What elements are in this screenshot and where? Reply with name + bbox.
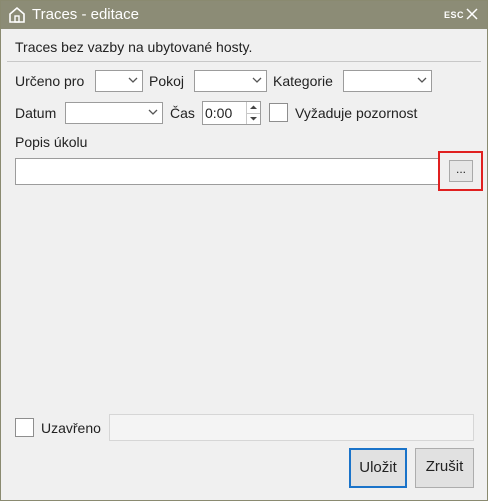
kategorie-select[interactable] xyxy=(343,70,432,92)
browse-highlight: ... xyxy=(438,151,483,191)
cas-time-input[interactable]: 0:00 xyxy=(202,101,261,125)
uzavreno-checkbox[interactable] xyxy=(15,418,34,437)
popis-input[interactable] xyxy=(15,158,439,185)
window-title: Traces - editace xyxy=(32,6,139,23)
chevron-down-icon xyxy=(148,109,158,115)
chevron-down-icon xyxy=(252,77,262,83)
save-button[interactable]: Uložit xyxy=(349,448,407,488)
cancel-button[interactable]: Zrušit xyxy=(415,448,474,488)
spin-down-icon[interactable] xyxy=(247,113,260,124)
title-bar[interactable]: Traces - editace ESC xyxy=(1,1,487,29)
pozornost-label: Vyžaduje pozornost xyxy=(295,105,418,121)
divider xyxy=(7,61,481,62)
cas-label: Čas xyxy=(170,105,195,121)
esc-hint: ESC xyxy=(444,10,465,20)
info-text: Traces bez vazby na ubytované hosty. xyxy=(15,39,253,55)
traces-edit-dialog: Traces - editace ESC Traces bez vazby na… xyxy=(0,0,488,501)
uzavreno-field xyxy=(109,414,474,441)
datum-picker[interactable] xyxy=(65,102,163,124)
close-icon[interactable] xyxy=(465,7,479,21)
kategorie-label: Kategorie xyxy=(273,73,333,89)
uzavreno-label: Uzavřeno xyxy=(41,420,101,436)
datum-label: Datum xyxy=(15,105,57,121)
browse-button[interactable]: ... xyxy=(449,160,473,182)
chevron-down-icon xyxy=(128,77,138,83)
pokoj-select[interactable] xyxy=(194,70,267,92)
house-icon xyxy=(9,6,25,23)
urceno-label: Určeno pro xyxy=(15,73,85,89)
chevron-down-icon xyxy=(417,77,427,83)
urceno-select[interactable] xyxy=(95,70,143,92)
popis-label: Popis úkolu xyxy=(15,134,88,150)
pokoj-label: Pokoj xyxy=(149,73,185,89)
cas-value[interactable]: 0:00 xyxy=(205,105,232,121)
pozornost-checkbox[interactable] xyxy=(269,103,288,122)
cas-spinner[interactable] xyxy=(246,102,260,124)
